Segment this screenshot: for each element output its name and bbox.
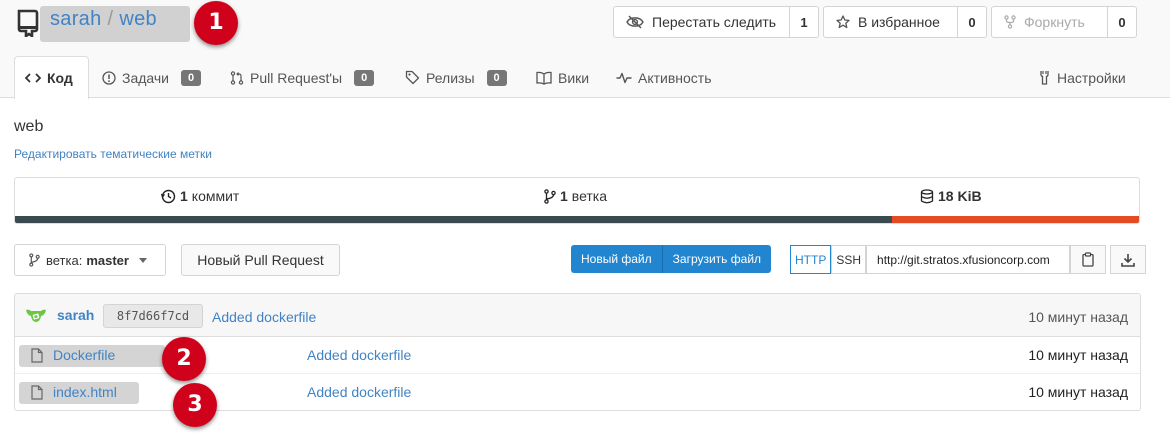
fork-icon [1004,15,1016,29]
pull-request-icon [230,70,244,85]
pull-requests-count-badge: 0 [354,69,375,86]
chevron-down-icon [138,257,147,263]
branch-prefix: ветка: [46,252,83,268]
file-commit-time: 10 минут назад [1028,347,1128,363]
history-icon [161,189,176,203]
branch-icon [29,253,40,267]
star-label-area[interactable]: В избранное [824,7,958,37]
clone-panel: HTTP SSH http://git.stratos.xfusioncorp.… [790,245,1147,274]
language-segment-2 [891,216,1139,223]
clipboard-icon [1082,252,1094,267]
eye-slash-icon [626,15,644,29]
tab-releases-label: Релизы [426,69,475,86]
latest-commit-row: sarah 8f7d66f7cd Added dockerfile 10 мин… [15,294,1140,337]
commits-stat[interactable]: 1 коммит [161,188,239,204]
tools-icon [1040,71,1049,85]
repo-owner-link[interactable]: sarah [50,8,102,30]
file-commit-time: 10 минут назад [1028,384,1128,400]
commits-label: коммит [191,188,240,204]
new-file-button[interactable]: Новый файл [571,245,662,273]
repo-description-name: web [14,118,44,135]
upload-file-button[interactable]: Загрузить файл [661,245,772,273]
branches-label: ветка [571,188,608,204]
repo-title: sarah / web [50,8,157,31]
clone-url-field[interactable]: http://git.stratos.xfusioncorp.com [866,245,1071,274]
tab-activity[interactable]: Активность [606,56,722,99]
file-name-link[interactable]: Dockerfile [53,347,115,363]
download-icon [1121,253,1135,267]
commit-message-link[interactable]: Added dockerfile [212,309,316,325]
star-icon [836,15,850,29]
issue-icon [102,70,116,85]
avatar [26,309,46,322]
commit-time: 10 минут назад [1028,309,1128,325]
commit-sha-button[interactable]: 8f7d66f7cd [103,304,203,328]
file-icon [31,348,43,363]
new-pull-request-button[interactable]: Новый Pull Request [181,244,340,276]
tab-settings[interactable]: Настройки [1028,56,1136,99]
repo-header: sarah / web 1 Перестать следить 1 В избран… [0,0,1170,99]
file-commit-message-link[interactable]: Added dockerfile [307,347,411,363]
clone-http-button[interactable]: HTTP [790,245,832,274]
clone-ssh-button[interactable]: SSH [831,245,867,274]
tab-issues-label: Задачи [122,69,170,86]
branches-count: 1 [560,188,568,204]
watch-label: Перестать следить [652,14,777,30]
tab-issues[interactable]: Задачи 0 [92,56,211,99]
tab-code[interactable]: Код [14,56,89,99]
tab-releases[interactable]: Релизы 0 [395,56,517,99]
repo-tabs: Код Задачи 0 Pull Request'ы 0 Релизы 0 В… [0,56,1170,99]
annotation-marker-2: 2 [162,337,206,381]
tab-code-label: Код [47,70,73,86]
file-name-link[interactable]: index.html [53,384,117,400]
language-segment-1 [15,216,892,223]
star-label: В избранное [858,14,940,30]
size-stat: 18 KiB [920,188,986,204]
releases-count-badge: 0 [486,69,507,86]
watch-label-area[interactable]: Перестать следить [614,7,790,37]
watch-count[interactable]: 1 [790,7,818,37]
pulse-icon [616,72,632,83]
edit-topics-link[interactable]: Редактировать тематические метки [14,147,212,161]
commit-author-link[interactable]: sarah [57,307,94,323]
tab-wiki[interactable]: Вики [526,56,599,99]
tag-icon [405,70,420,85]
watch-button[interactable]: Перестать следить 1 [613,6,819,38]
fork-label-area[interactable]: Форкнуть [992,7,1108,37]
file-icon [31,385,43,400]
tab-wiki-label: Вики [558,69,590,86]
language-bar [15,216,1139,223]
tab-activity-label: Активность [638,69,712,86]
repo-separator: / [107,8,114,30]
star-button[interactable]: В избранное 0 [823,6,987,38]
issues-count-badge: 0 [181,69,202,86]
annotation-marker-1: 1 [194,1,238,45]
branch-name: master [86,252,129,268]
star-count[interactable]: 0 [958,7,986,37]
fork-label: Форкнуть [1024,14,1085,30]
tab-pull-requests-label: Pull Request'ы [250,69,343,86]
tab-settings-label: Настройки [1057,69,1126,86]
fork-button[interactable]: Форкнуть 0 [991,6,1137,38]
repo-name-link[interactable]: web [119,8,157,30]
book-icon [536,71,552,85]
repo-stats-bar: 1 коммит 1 ветка 18 KiB [14,177,1140,224]
repo-icon [17,9,39,37]
branch-dropdown[interactable]: ветка: master [14,244,166,276]
branches-stat[interactable]: 1 ветка [544,188,607,204]
repo-size: 18 KiB [938,188,982,204]
copy-url-button[interactable] [1070,245,1107,274]
branch-icon [544,188,556,204]
annotation-marker-3: 3 [173,383,217,427]
download-archive-button[interactable] [1110,245,1147,274]
database-icon [920,188,934,203]
code-icon [25,73,41,83]
tab-pull-requests[interactable]: Pull Request'ы 0 [220,56,384,99]
file-commit-message-link[interactable]: Added dockerfile [307,384,411,400]
file-actions-group: Новый файл Загрузить файл [571,245,772,273]
commits-count: 1 [180,188,188,204]
fork-count[interactable]: 0 [1108,7,1136,37]
